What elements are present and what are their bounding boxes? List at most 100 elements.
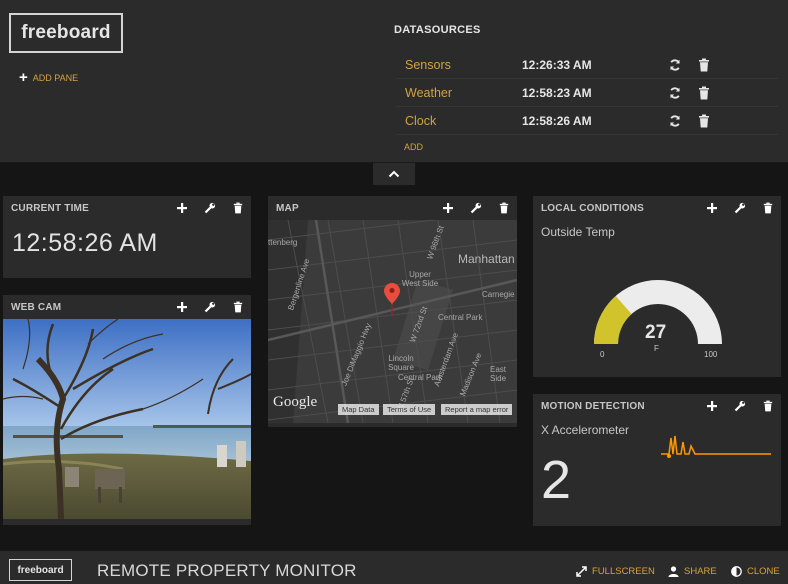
delete-pane-button[interactable] [231,300,245,314]
edit-pane-button[interactable] [203,300,217,314]
delete-pane-button[interactable] [497,201,511,215]
pane-header: MAP [268,196,517,220]
datasource-row: Sensors 12:26:33 AM [396,51,778,79]
map-label: East Side [490,365,507,383]
trash-icon [233,301,243,313]
add-datasource-link[interactable]: ADD [404,142,423,152]
add-widget-button[interactable] [705,201,719,215]
plus-icon [707,203,717,213]
delete-pane-button[interactable] [231,201,245,215]
contrast-icon [731,566,742,577]
plus-icon [177,203,187,213]
fullscreen-label: FULLSCREEN [592,566,655,577]
trash-icon[interactable] [698,58,710,72]
refresh-icon[interactable] [668,86,682,100]
expand-icon [576,566,587,577]
map-data-link[interactable]: Map Data [338,404,379,415]
wrench-icon [734,400,746,412]
gauge-unit: F [654,344,659,353]
clone-label: CLONE [747,566,780,577]
pane-tools [705,201,775,215]
plus-icon [707,401,717,411]
share-button[interactable]: SHARE [668,566,717,577]
datasource-time: 12:58:23 AM [522,85,592,100]
add-widget-button[interactable] [441,201,455,215]
freeboard-logo[interactable]: freeboard [9,13,123,53]
map-view[interactable]: Manhattan Upper West Side Central Park L… [268,220,517,423]
add-widget-button[interactable] [175,201,189,215]
report-map-error-link[interactable]: Report a map error [441,404,513,415]
wrench-icon [734,202,746,214]
edit-pane-button[interactable] [733,399,747,413]
trash-icon [233,202,243,214]
map-label: Manhattan [458,252,515,266]
trash-icon[interactable] [698,114,710,128]
gauge-min: 0 [600,350,605,359]
header: freeboard + ADD PANE DATASOURCES Sensors… [0,0,788,163]
edit-pane-button[interactable] [203,201,217,215]
datasource-row: Weather 12:58:23 AM [396,79,778,107]
pane-header: WEB CAM [3,295,251,319]
map-pin-icon[interactable] [384,283,400,317]
add-pane-label: ADD PANE [32,73,79,83]
edit-pane-button[interactable] [733,201,747,215]
gauge-max: 100 [704,350,718,359]
pane-title: MOTION DETECTION [541,401,645,412]
trash-icon [499,202,509,214]
footer-freeboard-logo[interactable]: freeboard [9,559,72,581]
collapse-header-button[interactable] [373,163,415,185]
datasource-name[interactable]: Clock [405,114,436,128]
webcam-image [3,319,251,519]
pane-local-conditions: LOCAL CONDITIONS Outside Temp 27 F 0 100 [533,196,781,377]
plus-icon: + [19,69,28,86]
pane-title: CURRENT TIME [11,203,89,214]
pane-title: MAP [276,203,299,214]
map-label: Upper West Side [401,270,439,288]
fullscreen-button[interactable]: FULLSCREEN [576,566,655,577]
clone-button[interactable]: CLONE [731,566,780,577]
add-widget-button[interactable] [705,399,719,413]
share-label: SHARE [684,566,717,577]
motion-sparkline [661,435,771,458]
pane-tools [175,300,245,314]
map-label: Lincoln Square [388,354,414,372]
pane-tools [441,201,511,215]
sparkline-marker [667,454,671,458]
pane-web-cam: WEB CAM [3,295,251,525]
pane-motion-detection: MOTION DETECTION X Accelerometer 2 [533,394,781,526]
wrench-icon [204,301,216,313]
datasource-time: 12:26:33 AM [522,57,592,72]
plus-icon [443,203,453,213]
map-label: ttenberg [268,238,298,247]
pane-map: MAP Manhattan Upper West Side Central Pa… [268,196,517,427]
wrench-icon [470,202,482,214]
trash-icon[interactable] [698,86,710,100]
refresh-icon[interactable] [668,114,682,128]
motion-value: 2 [541,450,572,510]
datasource-name[interactable]: Sensors [405,58,451,72]
gauge-label: Outside Temp [541,225,615,239]
pane-tools [705,399,775,413]
refresh-icon[interactable] [668,58,682,72]
add-widget-button[interactable] [175,300,189,314]
pane-current-time: CURRENT TIME 12:58:26 AM [3,196,251,278]
add-pane-button[interactable]: + ADD PANE [19,69,79,86]
dashboard-title: REMOTE PROPERTY MONITOR [97,561,357,580]
delete-pane-button[interactable] [761,399,775,413]
map-label: Carnegie [482,290,515,299]
datasource-name[interactable]: Weather [405,86,452,100]
terms-of-use-link[interactable]: Terms of Use [383,404,436,415]
pane-title: WEB CAM [11,302,62,313]
datasource-row: Clock 12:58:26 AM [396,107,778,135]
plus-icon [177,302,187,312]
map-label: Central Park [438,313,483,322]
chevron-up-icon [388,170,400,178]
motion-label: X Accelerometer [541,423,630,437]
trash-icon [763,400,773,412]
delete-pane-button[interactable] [761,201,775,215]
pane-tools [175,201,245,215]
datasources-title: DATASOURCES [394,24,481,36]
edit-pane-button[interactable] [469,201,483,215]
wrench-icon [204,202,216,214]
sparkline-line [661,435,771,455]
